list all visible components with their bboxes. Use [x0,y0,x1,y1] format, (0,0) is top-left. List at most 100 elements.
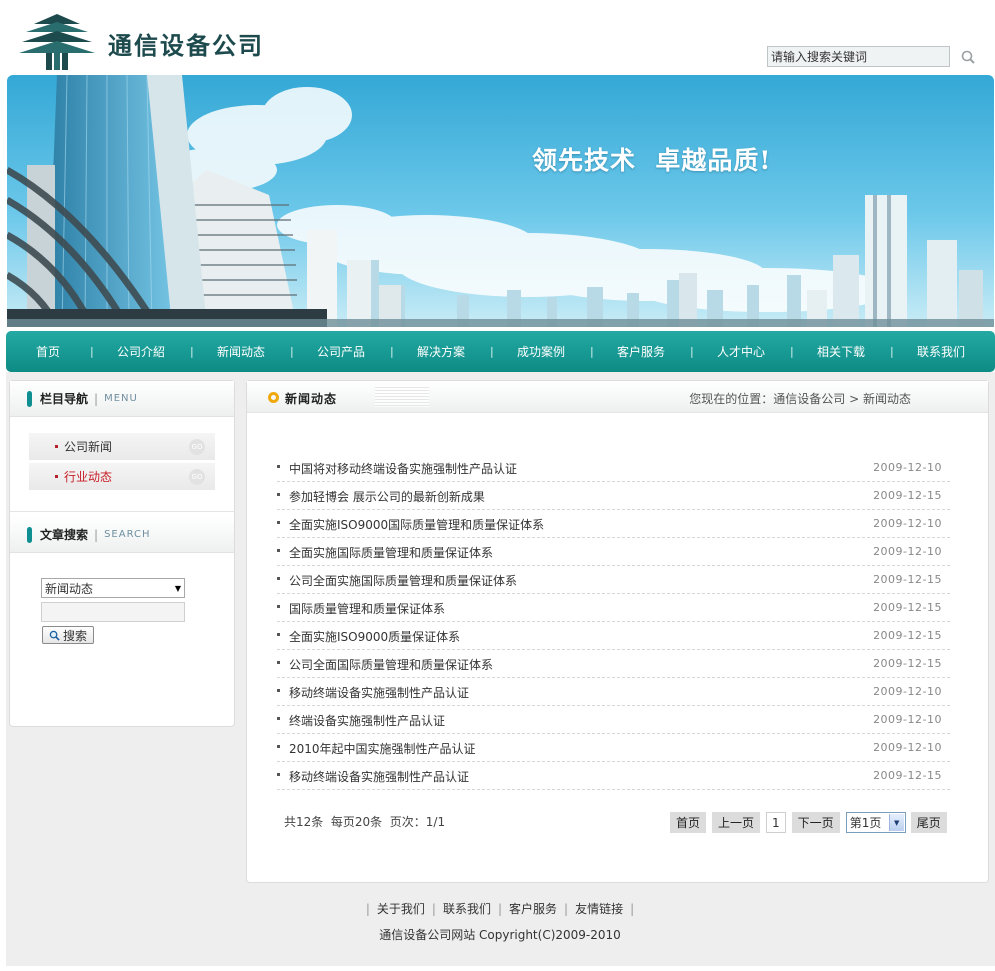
news-date: 2009-12-15 [873,573,942,586]
sidebar-item-industry-news[interactable]: 行业动态 GO [29,463,215,490]
bullet-icon [277,605,280,608]
nav-link-products[interactable]: 公司产品 [292,343,390,360]
footer-separator: | [497,902,503,916]
news-date: 2009-12-15 [873,489,942,502]
bullet-icon [277,661,280,664]
copyright: 通信设备公司网站 Copyright(C)2009-2010 [379,928,621,942]
news-title-link[interactable]: 国际质量管理和质量保证体系 [289,600,445,617]
footer-link-contact[interactable]: 联系我们 [443,902,491,916]
page-select-value: 第1页 [849,816,882,830]
bullet-icon [277,493,280,496]
news-date: 2009-12-15 [873,657,942,670]
logo-icon [19,14,95,70]
bullet-icon [277,549,280,552]
sidebar-item-company-news[interactable]: 公司新闻 GO [29,433,215,460]
sidebar-divider [10,511,234,512]
news-item: 国际质量管理和质量保证体系 2009-12-15 [277,594,950,622]
news-title-link[interactable]: 全面实施国际质量管理和质量保证体系 [289,544,493,561]
breadcrumb-separator: > [845,392,863,406]
breadcrumb-home-link[interactable]: 通信设备公司 [773,392,845,406]
bullet-icon [277,689,280,692]
nav-item-contact[interactable]: 联系我们 [892,343,990,360]
news-title-link[interactable]: 参加轻博会 展示公司的最新创新成果 [289,488,485,505]
nav-item-downloads[interactable]: 相关下载 | [792,343,894,360]
news-panel-header: 新闻动态 您现在的位置：通信设备公司 > 新闻动态 [247,381,988,413]
search-category-select[interactable]: 新闻动态 ▼ [41,578,185,598]
page-select[interactable]: 第1页 ▼ [845,812,906,833]
news-item: 公司全面实施国际质量管理和质量保证体系 2009-12-15 [277,566,950,594]
nav-link-cases[interactable]: 成功案例 [492,343,590,360]
prev-page-button[interactable]: 上一页 [712,812,761,833]
next-page-button[interactable]: 下一页 [791,812,840,833]
nav-item-products[interactable]: 公司产品 | [292,343,394,360]
bullet-icon [277,633,280,636]
news-item: 移动终端设备实施强制性产品认证 2009-12-10 [277,678,950,706]
news-title-link[interactable]: 终端设备实施强制性产品认证 [289,712,445,729]
nav-item-solutions[interactable]: 解决方案 | [392,343,494,360]
footer-separator: | [431,902,436,916]
header-decoration [375,385,429,407]
search-icon[interactable] [960,49,976,65]
news-title-link[interactable]: 移动终端设备实施强制性产品认证 [289,684,469,701]
nav-link-contact[interactable]: 联系我们 [892,343,990,360]
nav-link-careers[interactable]: 人才中心 [692,343,790,360]
nav-link-news[interactable]: 新闻动态 [192,343,290,360]
dropdown-arrow-icon: ▼ [174,583,181,593]
footer-link-friends[interactable]: 友情链接 [575,902,623,916]
footer-separator: | [365,902,370,916]
news-title-link[interactable]: 公司全面国际质量管理和质量保证体系 [289,656,493,673]
ring-icon [268,392,279,403]
banner-slogan: 领先技术 卓越品质! [532,146,772,175]
sidebar-search-header: 文章搜索 | SEARCH [10,517,234,553]
search-icon [49,630,60,641]
news-item: 终端设备实施强制性产品认证 2009-12-10 [277,706,950,734]
nav-link-home[interactable]: 首页 [6,343,90,360]
search-category-value: 新闻动态 [45,581,94,596]
nav-item-news[interactable]: 新闻动态 | [192,343,294,360]
footer-separator: | [564,902,569,916]
nav-link-downloads[interactable]: 相关下载 [792,343,890,360]
sidebar-item-label: 行业动态 [64,470,113,484]
nav-item-careers[interactable]: 人才中心 | [692,343,794,360]
nav-item-home[interactable]: 首页 | [6,343,94,360]
news-item: 参加轻博会 展示公司的最新创新成果 2009-12-15 [277,482,950,510]
logo[interactable]: 通信设备公司 [18,14,264,72]
go-icon: GO [189,469,205,485]
bullet-icon [277,717,280,720]
news-date: 2009-12-15 [873,769,942,782]
last-page-button[interactable]: 尾页 [910,812,947,833]
top-search-input[interactable] [767,46,950,67]
nav-link-about[interactable]: 公司介紹 [92,343,190,360]
search-button-label: 搜索 [62,628,87,643]
city-skyline-image [7,75,994,327]
news-title-link[interactable]: 全面实施ISO9000国际质量管理和质量保证体系 [289,516,544,533]
section-marker-icon [27,390,32,407]
footer-separator: | [630,902,635,916]
news-title-link[interactable]: 公司全面实施国际质量管理和质量保证体系 [289,572,517,589]
main-nav: 首页 | 公司介紹 | 新闻动态 | 公司产品 | 解决方案 | 成功案例 | 客户服务 | … [6,331,995,372]
news-item: 全面实施国际质量管理和质量保证体系 2009-12-10 [277,538,950,566]
news-title-link[interactable]: 全面实施ISO9000质量保证体系 [289,628,460,645]
sidebar-menu-title: 栏目导航 [40,392,89,406]
footer-link-service[interactable]: 客户服务 [509,902,557,916]
banner: 领先技术 卓越品质! [7,75,994,327]
footer-links: | 关于我们 | 联系我们 | 客户服务 | 友情链接 | [0,900,995,917]
news-title-link[interactable]: 2010年起中国实施强制性产品认证 [289,740,476,757]
nav-link-service[interactable]: 客户服务 [592,343,690,360]
nav-item-about[interactable]: 公司介紹 | [92,343,194,360]
news-title-link[interactable]: 移动终端设备实施强制性产品认证 [289,768,469,785]
nav-item-service[interactable]: 客户服务 | [592,343,694,360]
sidebar-search-title: 文章搜索 [40,528,89,542]
article-search-input[interactable] [41,602,185,622]
news-title-link[interactable]: 中国将对移动终端设备实施强制性产品认证 [289,460,517,477]
article-search-button[interactable]: 搜索 [42,626,94,644]
news-item: 2010年起中国实施强制性产品认证 2009-12-10 [277,734,950,762]
news-date: 2009-12-10 [873,461,942,474]
bullet-icon [277,577,280,580]
first-page-button[interactable]: 首页 [670,812,707,833]
footer-link-about[interactable]: 关于我们 [377,902,425,916]
sidebar-search-en: SEARCH [104,529,151,540]
nav-item-cases[interactable]: 成功案例 | [492,343,594,360]
news-item: 全面实施ISO9000质量保证体系 2009-12-15 [277,622,950,650]
nav-link-solutions[interactable]: 解决方案 [392,343,490,360]
